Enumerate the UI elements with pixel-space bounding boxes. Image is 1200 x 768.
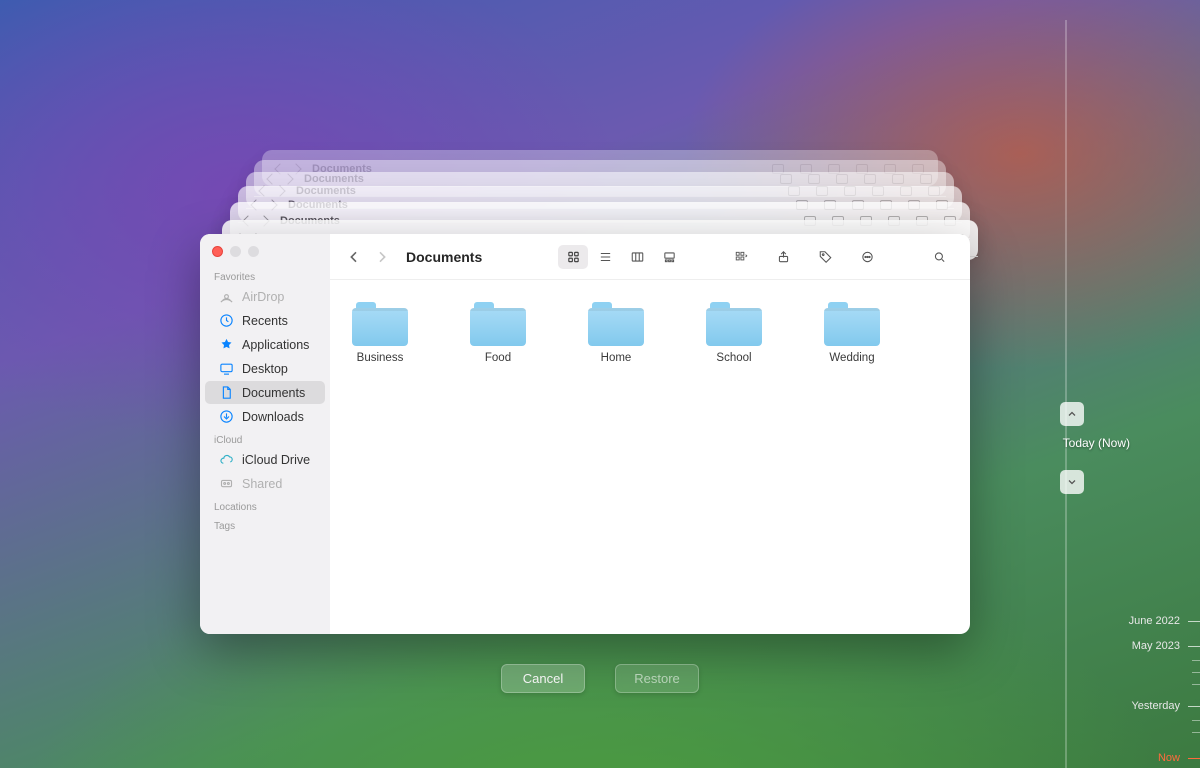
- document-icon: [219, 385, 234, 400]
- shared-icon: [219, 476, 234, 491]
- clock-icon: [219, 313, 234, 328]
- folder-label: School: [716, 352, 751, 364]
- applications-icon: [219, 337, 234, 352]
- folder-label: Wedding: [829, 352, 874, 364]
- gallery-view-button[interactable]: [654, 245, 684, 269]
- sidebar-item-label: AirDrop: [242, 290, 284, 304]
- timeline-tick-now[interactable]: Now: [1125, 752, 1200, 764]
- window-controls: [200, 242, 330, 266]
- folder-label: Business: [357, 352, 404, 364]
- close-button[interactable]: [212, 246, 223, 257]
- section-icloud: iCloud: [200, 429, 330, 448]
- forward-button[interactable]: [374, 249, 390, 265]
- more-actions-button[interactable]: [852, 245, 882, 269]
- timeline-next-button[interactable]: [1060, 470, 1084, 494]
- sidebar-item-recents[interactable]: Recents: [205, 309, 325, 332]
- column-view-button[interactable]: [622, 245, 652, 269]
- folder-item[interactable]: School: [694, 302, 774, 364]
- timeline-tick[interactable]: June 2022: [1125, 615, 1200, 627]
- list-view-button[interactable]: [590, 245, 620, 269]
- section-favorites: Favorites: [200, 266, 330, 285]
- folder-icon: [352, 302, 408, 346]
- folder-icon: [470, 302, 526, 346]
- airdrop-icon: [219, 289, 234, 304]
- cancel-button[interactable]: Cancel: [501, 664, 585, 693]
- folder-item[interactable]: Wedding: [812, 302, 892, 364]
- icon-view-button[interactable]: [558, 245, 588, 269]
- restore-button[interactable]: Restore: [615, 664, 699, 693]
- sidebar-item-applications[interactable]: Applications: [205, 333, 325, 356]
- sidebar-item-icloud-drive[interactable]: iCloud Drive: [205, 448, 325, 471]
- timeline-prev-button[interactable]: [1060, 402, 1084, 426]
- sidebar-item-label: Applications: [242, 338, 309, 352]
- sidebar-item-downloads[interactable]: Downloads: [205, 405, 325, 428]
- sidebar-item-airdrop[interactable]: AirDrop: [205, 285, 325, 308]
- sidebar-item-label: iCloud Drive: [242, 453, 310, 467]
- folder-icon: [824, 302, 880, 346]
- folder-label: Food: [485, 352, 511, 364]
- sidebar-item-label: Shared: [242, 477, 282, 491]
- main-pane: Documents Business Food: [330, 234, 970, 634]
- folder-item[interactable]: Home: [576, 302, 656, 364]
- action-bar: Cancel Restore: [501, 664, 699, 693]
- group-by-button[interactable]: [726, 245, 756, 269]
- downloads-icon: [219, 409, 234, 424]
- minimize-button[interactable]: [230, 246, 241, 257]
- file-grid: Business Food Home School Wedding: [330, 280, 970, 634]
- folder-item[interactable]: Food: [458, 302, 538, 364]
- view-switch: [558, 245, 684, 269]
- sidebar-item-label: Documents: [242, 386, 305, 400]
- timeline: Today (Now) June 2022 May 2023 Yesterday…: [1060, 0, 1200, 768]
- sidebar-item-desktop[interactable]: Desktop: [205, 357, 325, 380]
- desktop-icon: [219, 361, 234, 376]
- folder-item[interactable]: Business: [340, 302, 420, 364]
- zoom-button[interactable]: [248, 246, 259, 257]
- sidebar-item-documents[interactable]: Documents: [205, 381, 325, 404]
- cloud-icon: [219, 452, 234, 467]
- folder-icon: [588, 302, 644, 346]
- search-button[interactable]: [924, 245, 954, 269]
- sidebar-item-label: Desktop: [242, 362, 288, 376]
- tag-button[interactable]: [810, 245, 840, 269]
- section-tags: Tags: [200, 515, 330, 534]
- timeline-current-label: Today (Now): [1063, 436, 1130, 450]
- window-title: Documents: [406, 249, 482, 265]
- share-button[interactable]: [768, 245, 798, 269]
- finder-window: Favorites AirDrop Recents Applications D…: [200, 234, 970, 634]
- sidebar-item-label: Recents: [242, 314, 288, 328]
- toolbar: Documents: [330, 234, 970, 280]
- sidebar-item-label: Downloads: [242, 410, 304, 424]
- timeline-tick[interactable]: May 2023: [1125, 640, 1200, 652]
- folder-label: Home: [601, 352, 632, 364]
- sidebar: Favorites AirDrop Recents Applications D…: [200, 234, 330, 634]
- section-locations: Locations: [200, 496, 330, 515]
- folder-icon: [706, 302, 762, 346]
- timeline-rail: [1065, 20, 1067, 768]
- back-button[interactable]: [346, 249, 362, 265]
- sidebar-item-shared[interactable]: Shared: [205, 472, 325, 495]
- timeline-tick[interactable]: Yesterday: [1125, 700, 1200, 712]
